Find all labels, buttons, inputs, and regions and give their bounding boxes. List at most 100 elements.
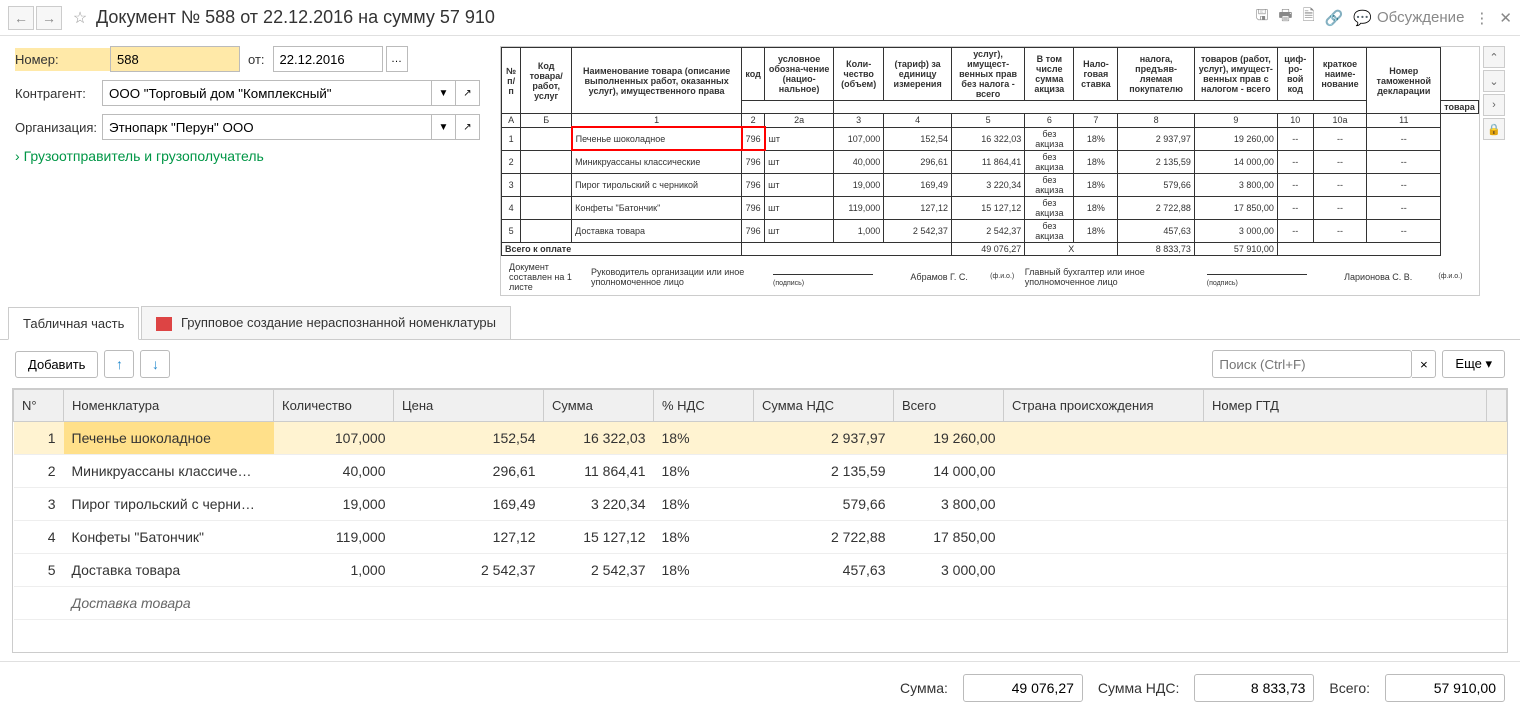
table-row-extra[interactable]: Доставка товара [14, 587, 1507, 620]
col-7: 7 [1074, 114, 1118, 128]
table-row[interactable]: 4Конфеты "Батончик"119,000127,1215 127,1… [14, 521, 1507, 554]
ph-unit: условное обозна-чение (нацио-нальное) [765, 48, 834, 101]
chevron-right-icon: › [15, 148, 24, 164]
org-dropdown[interactable]: ▼ [432, 114, 456, 140]
preview-row[interactable]: 5Доставка товара796шт1,0002 542,372 542,… [502, 219, 1479, 242]
col-b: Б [521, 114, 572, 128]
more-label: Еще [1455, 356, 1481, 371]
table-wrap[interactable]: N° Номенклатура Количество Цена Сумма % … [12, 388, 1508, 653]
vat-value[interactable] [1194, 674, 1314, 702]
tab-table-part[interactable]: Табличная часть [8, 307, 139, 340]
total-label: Всего к оплате [502, 242, 742, 255]
org-open[interactable]: ↗ [456, 114, 480, 140]
ph-code: Код товара/ работ, услуг [521, 48, 572, 114]
counterparty-input[interactable] [102, 80, 432, 106]
scroll-up-button[interactable]: ⌃ [1483, 46, 1505, 68]
tab2-label: Групповое создание нераспознанной номенк… [181, 315, 496, 330]
ph-qty: Коли-чество (объем) [834, 48, 884, 101]
document-preview[interactable]: № п/п Код товара/ работ, услуг Наименова… [500, 46, 1480, 296]
ph-tax: налога, предъяв-ляемая покупателю [1118, 48, 1195, 101]
forward-button[interactable]: → [36, 6, 62, 30]
counterparty-open[interactable]: ↗ [456, 80, 480, 106]
sig2: Ларионова С. В. [1344, 262, 1436, 292]
ph-cost: услуг), имущест-венных прав без налога -… [951, 48, 1024, 101]
table-row[interactable]: 5Доставка товара1,0002 542,372 542,3718%… [14, 554, 1507, 587]
scroll-down-button[interactable]: ⌄ [1483, 70, 1505, 92]
print-icon[interactable]: 🖶 [1278, 5, 1292, 30]
total-value[interactable] [1385, 674, 1505, 702]
sig-podpis1: (подпись) [773, 280, 804, 287]
fio2: (ф.и.о.) [1438, 262, 1471, 292]
date-input[interactable] [273, 46, 383, 72]
col-1: 1 [572, 114, 742, 128]
col-8: 8 [1118, 114, 1195, 128]
col-11: 11 [1367, 114, 1441, 128]
sig-podpis2: (подпись) [1207, 280, 1238, 287]
date-picker-button[interactable]: … [386, 46, 408, 72]
search-input[interactable] [1212, 350, 1412, 378]
header-bar: ← → ☆ Документ № 588 от 22.12.2016 на су… [0, 0, 1520, 36]
chat-icon: 💬 [1353, 9, 1372, 27]
expand-link[interactable]: › Грузоотправитель и грузополучатель [15, 148, 480, 164]
move-up-button[interactable]: ↑ [104, 350, 134, 378]
table-row[interactable]: 3Пирог тирольский с черни…19,000169,493 … [14, 488, 1507, 521]
header-actions: 🖫 🖶 🗎 🔗 💬 Обсуждение ⋮ ✕ [1256, 5, 1512, 30]
total-label: Всего: [1329, 680, 1370, 696]
link-icon[interactable]: 🔗 [1325, 9, 1344, 27]
ph-decl: Номер таможенной декларации [1367, 48, 1441, 114]
th-price[interactable]: Цена [394, 390, 544, 422]
discussion-button[interactable]: 💬 Обсуждение [1353, 9, 1464, 27]
th-gtd[interactable]: Номер ГТД [1204, 390, 1487, 422]
tabs: Табличная часть Групповое создание нерас… [0, 306, 1520, 340]
add-button[interactable]: Добавить [15, 351, 98, 378]
table-row[interactable]: 2Миникруассаны классиче…40,000296,6111 8… [14, 455, 1507, 488]
th-country[interactable]: Страна происхождения [1004, 390, 1204, 422]
total-sum: 57 910,00 [1194, 242, 1277, 255]
doc-pages: Документ составлен на 1 листе [509, 262, 589, 292]
th-qty[interactable]: Количество [274, 390, 394, 422]
table-row[interactable]: 1Печенье шоколадное107,000152,5416 322,0… [14, 422, 1507, 455]
preview-row[interactable]: 2Миникруассаны классические796шт40,00029… [502, 150, 1479, 173]
move-down-button[interactable]: ↓ [140, 350, 170, 378]
preview-row[interactable]: 4Конфеты "Батончик"796шт119,000127,1215 … [502, 196, 1479, 219]
number-input[interactable] [110, 46, 240, 72]
th-total[interactable]: Всего [894, 390, 1004, 422]
scroll-right-button[interactable]: › [1483, 94, 1505, 116]
preview-row[interactable]: 3Пирог тирольский с черникой796шт19,0001… [502, 173, 1479, 196]
ph-total: товаров (работ, услуг), имущест-венных п… [1194, 48, 1277, 101]
search-clear-button[interactable]: × [1412, 350, 1436, 378]
chief-acc: Главный бухгалтер или иное уполномоченно… [1025, 262, 1205, 292]
save-icon[interactable]: 🖫 [1256, 5, 1269, 30]
total-cost: 49 076,27 [951, 242, 1024, 255]
col-5: 5 [951, 114, 1024, 128]
th-vat[interactable]: % НДС [654, 390, 754, 422]
org-input[interactable] [102, 114, 432, 140]
form-area: Номер: от: … Контрагент: ▼ ↗ Организация… [0, 36, 1520, 301]
tab-group-create[interactable]: Групповое создание нераспознанной номенк… [141, 306, 511, 339]
preview-row[interactable]: 1Печенье шоколадное796шт107,000152,5416 … [502, 127, 1479, 150]
back-button[interactable]: ← [8, 6, 34, 30]
preview-icon[interactable]: 🗎 [1303, 5, 1315, 30]
more-icon[interactable]: ⋮ [1474, 9, 1489, 27]
total-tax: 8 833,73 [1118, 242, 1195, 255]
counterparty-label: Контрагент: [15, 86, 102, 101]
lock-icon[interactable]: 🔒 [1483, 118, 1505, 140]
th-extra [1487, 390, 1507, 422]
ph-rate: Нало-говая ставка [1074, 48, 1118, 101]
close-icon[interactable]: ✕ [1499, 9, 1512, 27]
ip-label: Индивидуальный предприниматель [591, 294, 771, 297]
th-vatsum[interactable]: Сумма НДС [754, 390, 894, 422]
rekv: (реквизиты свидетельства о государственн… [1025, 294, 1471, 297]
more-button[interactable]: Еще ▾ [1442, 350, 1505, 378]
th-sum[interactable]: Сумма [544, 390, 654, 422]
ph-digit: циф-ро-вой код [1277, 48, 1313, 101]
th-nom[interactable]: Номенклатура [64, 390, 274, 422]
th-n[interactable]: N° [14, 390, 64, 422]
col-2a: 2а [765, 114, 834, 128]
star-icon[interactable]: ☆ [70, 8, 90, 28]
sum-value[interactable] [963, 674, 1083, 702]
vat-label: Сумма НДС: [1098, 680, 1179, 696]
counterparty-dropdown[interactable]: ▼ [432, 80, 456, 106]
fio3: (ф.и.о.) [990, 294, 1023, 297]
toolbar: Добавить ↑ ↓ × Еще ▾ [0, 340, 1520, 388]
